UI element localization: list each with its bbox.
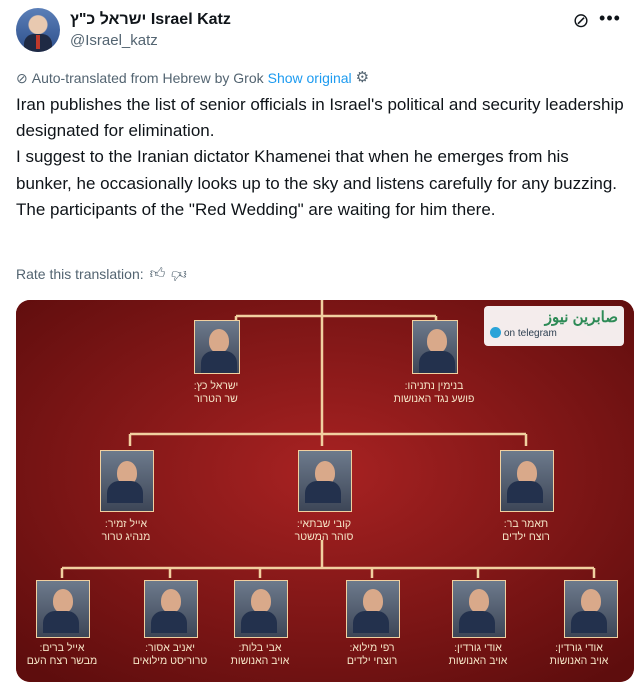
person-label: אבי בלות: אויב האנושות (230, 642, 290, 667)
more-dots-icon[interactable]: ••• (598, 8, 622, 32)
post-text: Iran publishes the list of senior offici… (16, 92, 626, 223)
person-photo (234, 580, 288, 638)
person-label: אייל זמיר: מנהיג טרור (101, 518, 151, 543)
translation-note: ⊘ Auto-translated from Hebrew by Grok Sh… (16, 68, 369, 88)
thumb-down-icon[interactable]: 👍︎ (171, 264, 187, 284)
gear-icon[interactable]: ⚙ (356, 68, 369, 88)
person-label: אודי גורדין: אויב האנושות (448, 642, 508, 667)
rate-label: Rate this translation: (16, 266, 144, 282)
user-handle[interactable]: @Israel_katz (70, 32, 158, 50)
rate-translation: Rate this translation: 👍︎ 👍︎ (16, 264, 187, 284)
translate-slash-icon: ⊘ (16, 70, 28, 86)
person-label: בנימין נתניהו: פושע נגד האנושות (393, 380, 475, 405)
person-label: אודי גורדין: אויב האנושות (549, 642, 609, 667)
person-photo (298, 450, 352, 512)
person-label: אייל ברים: מבשר רצח העם (26, 642, 98, 667)
person-photo (412, 320, 458, 374)
logo-arabic-text: صابرين نيوز (544, 309, 618, 326)
grok-slash-icon[interactable]: ⊘ (570, 10, 592, 32)
post-image[interactable]: صابرين نيوز on telegram ישראל כץ: שר הטרו… (16, 300, 634, 682)
person-label: קובי שבתאי: סוהר המשטר (294, 518, 354, 543)
post-header: ישראל כ"ץ Israel Katz @Israel_katz ⊘ ••• (16, 8, 624, 52)
channel-logo: صابرين نيوز on telegram (484, 306, 624, 346)
thumb-up-icon[interactable]: 👍︎ (150, 264, 166, 284)
person-photo (346, 580, 400, 638)
display-name[interactable]: ישראל כ"ץ Israel Katz (70, 10, 231, 30)
person-photo (452, 580, 506, 638)
translation-note-text: Auto-translated from Hebrew by Grok (31, 70, 264, 86)
logo-telegram-text: on telegram (490, 327, 557, 339)
person-photo (564, 580, 618, 638)
avatar[interactable] (16, 8, 60, 52)
person-label: רפי מילוא: רוצחי ילדים (346, 642, 398, 667)
person-photo (100, 450, 154, 512)
person-label: ישראל כץ: שר הטרור (193, 380, 239, 405)
person-photo (144, 580, 198, 638)
post-paragraph: I suggest to the Iranian dictator Khamen… (16, 147, 618, 193)
post-paragraph: The participants of the "Red Wedding" ar… (16, 199, 496, 219)
person-label: תאמר בר: רוצח ילדים (502, 518, 550, 543)
telegram-icon (490, 327, 501, 338)
person-photo (500, 450, 554, 512)
person-photo (36, 580, 90, 638)
post-paragraph: Iran publishes the list of senior offici… (16, 95, 624, 141)
show-original-link[interactable]: Show original (268, 68, 352, 88)
person-photo (194, 320, 240, 374)
